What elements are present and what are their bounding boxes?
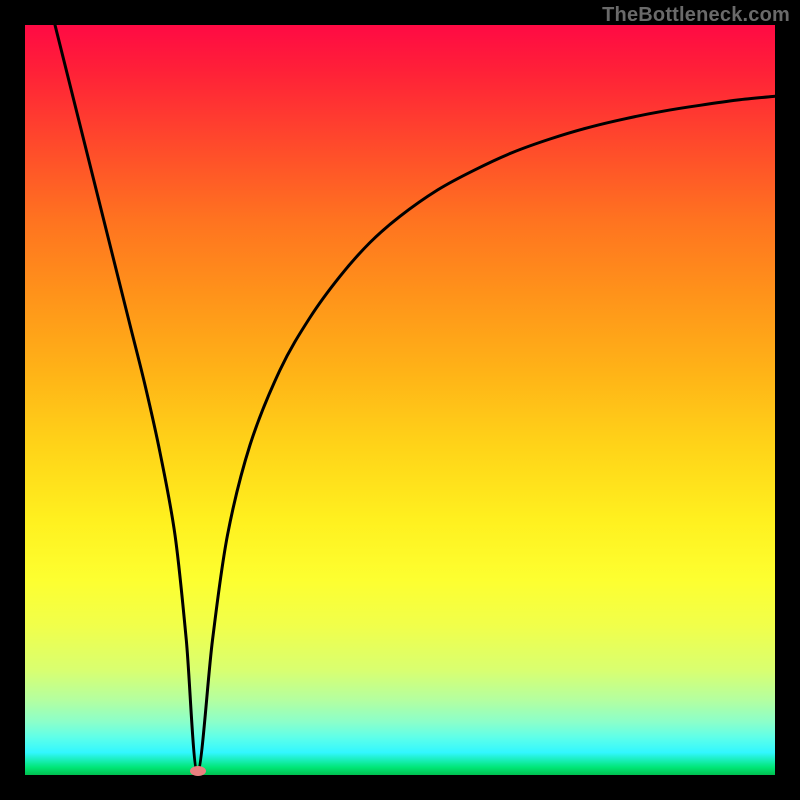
watermark-text: TheBottleneck.com xyxy=(602,4,790,27)
curve-svg xyxy=(25,25,775,775)
chart-frame: TheBottleneck.com xyxy=(0,0,800,800)
plot-area xyxy=(25,25,775,775)
bottleneck-curve xyxy=(55,25,775,771)
min-point-marker xyxy=(190,766,206,776)
